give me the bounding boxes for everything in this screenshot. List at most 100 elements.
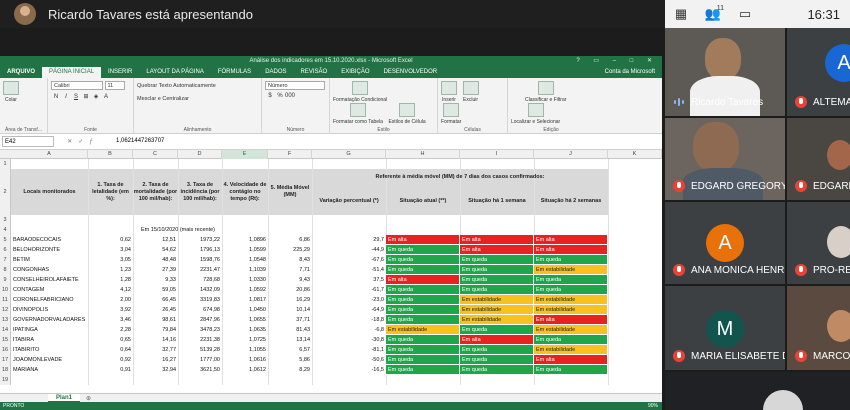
- column-header-d[interactable]: D: [178, 150, 222, 159]
- paste-button[interactable]: Colar: [3, 81, 19, 103]
- cell-g[interactable]: 29,7: [312, 235, 386, 245]
- status-badge[interactable]: Em queda: [460, 285, 534, 295]
- cell-f[interactable]: 9,43: [268, 275, 312, 285]
- cell-city[interactable]: JOAOMONLEVADE: [13, 355, 88, 365]
- tab-home[interactable]: PÁGINA INICIAL: [42, 67, 102, 78]
- column-header-f[interactable]: F: [268, 150, 312, 159]
- cell-d[interactable]: 1598,76: [178, 255, 222, 265]
- cell-d[interactable]: 2231,38: [178, 335, 222, 345]
- cell-e[interactable]: 1,0896: [222, 235, 268, 245]
- thousands-icon[interactable]: 000: [285, 93, 295, 99]
- cell-f[interactable]: 37,71: [268, 315, 312, 325]
- cell-g[interactable]: -30,8: [312, 335, 386, 345]
- cell-city[interactable]: BELOHORIZONTE: [13, 245, 88, 255]
- font-color-icon[interactable]: A: [101, 94, 111, 100]
- status-badge[interactable]: Em queda: [386, 345, 460, 355]
- column-header-i[interactable]: I: [460, 150, 534, 159]
- row-header-14[interactable]: 14: [0, 325, 11, 335]
- merge-center-button[interactable]: Mesclar e Centralizar: [137, 96, 258, 102]
- cell-f[interactable]: 7,71: [268, 265, 312, 275]
- status-badge[interactable]: Em queda: [386, 245, 460, 255]
- cell-c[interactable]: 48,48: [133, 255, 178, 265]
- status-badge[interactable]: Em estabilidade: [534, 305, 608, 315]
- cell-d[interactable]: 2231,47: [178, 265, 222, 275]
- underline-icon[interactable]: S: [71, 94, 81, 100]
- tab-review[interactable]: REVISÃO: [294, 67, 335, 78]
- status-badge[interactable]: Em alta: [534, 235, 608, 245]
- cell-c[interactable]: 79,84: [133, 325, 178, 335]
- cell-f[interactable]: 5,86: [268, 355, 312, 365]
- tab-file[interactable]: ARQUIVO: [0, 67, 43, 78]
- cell-g[interactable]: -50,6: [312, 355, 386, 365]
- cell-d[interactable]: 674,98: [178, 305, 222, 315]
- insert-cells-button[interactable]: Inserir: [441, 81, 457, 103]
- cell-styles-button[interactable]: Estilos de Célula: [388, 103, 426, 125]
- cell-f[interactable]: 8,29: [268, 365, 312, 375]
- cell-g[interactable]: -67,6: [312, 255, 386, 265]
- status-badge[interactable]: Em queda: [386, 365, 460, 375]
- chat-icon[interactable]: ▭: [729, 0, 761, 28]
- cell-f[interactable]: 6,57: [268, 345, 312, 355]
- cell-g[interactable]: -16,5: [312, 365, 386, 375]
- account-link[interactable]: Conta da Microsoft: [598, 67, 662, 78]
- cell-e[interactable]: 1,0612: [222, 365, 268, 375]
- cell-c[interactable]: 66,45: [133, 295, 178, 305]
- tile-marcos[interactable]: MARCOS: [787, 286, 850, 370]
- cell-f[interactable]: 81,43: [268, 325, 312, 335]
- cell-e[interactable]: 1,0655: [222, 315, 268, 325]
- status-badge[interactable]: Em queda: [460, 275, 534, 285]
- cell-b[interactable]: 0,65: [88, 335, 133, 345]
- cell-d[interactable]: 1973,22: [178, 235, 222, 245]
- cell-c[interactable]: 32,94: [133, 365, 178, 375]
- cell-e[interactable]: 1,0330: [222, 275, 268, 285]
- status-badge[interactable]: Em queda: [386, 305, 460, 315]
- cell-b[interactable]: 3,05: [88, 255, 133, 265]
- row-header-7[interactable]: 7: [0, 255, 11, 265]
- row-header-17[interactable]: 17: [0, 355, 11, 365]
- status-badge[interactable]: Em queda: [534, 335, 608, 345]
- cell-city[interactable]: IPATINGA: [13, 325, 88, 335]
- cell-e[interactable]: 1,0817: [222, 295, 268, 305]
- status-badge[interactable]: Em queda: [460, 345, 534, 355]
- cell-g[interactable]: -81,1: [312, 345, 386, 355]
- status-badge[interactable]: Em queda: [534, 365, 608, 375]
- row-header-8[interactable]: 8: [0, 265, 11, 275]
- cell-f[interactable]: 13,14: [268, 335, 312, 345]
- cell-b[interactable]: 0,92: [88, 355, 133, 365]
- row-header-4[interactable]: 4: [0, 225, 11, 235]
- row-header-9[interactable]: 9: [0, 275, 11, 285]
- wrap-text-button[interactable]: Quebrar Texto Automaticamente: [137, 83, 258, 89]
- row-header-11[interactable]: 11: [0, 295, 11, 305]
- cell-g[interactable]: 37,5: [312, 275, 386, 285]
- tile-edgard-gregory[interactable]: EDGARD GREGORY T...: [665, 118, 785, 200]
- status-badge[interactable]: Em estabilidade: [534, 345, 608, 355]
- cell-b[interactable]: 1,23: [88, 265, 133, 275]
- cell-g[interactable]: -23,0: [312, 295, 386, 305]
- cell-d[interactable]: 3319,83: [178, 295, 222, 305]
- cell-c[interactable]: 54,62: [133, 245, 178, 255]
- cell-b[interactable]: 3,04: [88, 245, 133, 255]
- tile-altema[interactable]: A ALTEMA: [787, 28, 850, 116]
- conditional-format-button[interactable]: Formatação Condicional: [333, 81, 387, 103]
- cell-b[interactable]: 4,12: [88, 285, 133, 295]
- tab-formulas[interactable]: FÓRMULAS: [211, 67, 258, 78]
- percent-icon[interactable]: %: [275, 93, 285, 99]
- cell-f[interactable]: 10,14: [268, 305, 312, 315]
- row-header-1[interactable]: 1: [0, 159, 11, 169]
- row-header-5[interactable]: 5: [0, 235, 11, 245]
- italic-icon[interactable]: I: [61, 94, 71, 100]
- cell-d[interactable]: 3478,23: [178, 325, 222, 335]
- cell-city[interactable]: CONTAGEM: [13, 285, 88, 295]
- cell-city[interactable]: MARIANA: [13, 365, 88, 375]
- cell-e[interactable]: 1,1055: [222, 345, 268, 355]
- cell-c[interactable]: 59,05: [133, 285, 178, 295]
- cell-b[interactable]: 3,46: [88, 315, 133, 325]
- cell-d[interactable]: 1432,09: [178, 285, 222, 295]
- cell-b[interactable]: 2,28: [88, 325, 133, 335]
- column-header-g[interactable]: G: [312, 150, 386, 159]
- row-header-15[interactable]: 15: [0, 335, 11, 345]
- tile-maria-elisabete[interactable]: M MARIA ELISABETE D...: [665, 286, 785, 370]
- status-badge[interactable]: Em alta: [386, 275, 460, 285]
- cell-g[interactable]: -6,8: [312, 325, 386, 335]
- window-controls[interactable]: ? ▭ – □ ✕: [576, 56, 658, 66]
